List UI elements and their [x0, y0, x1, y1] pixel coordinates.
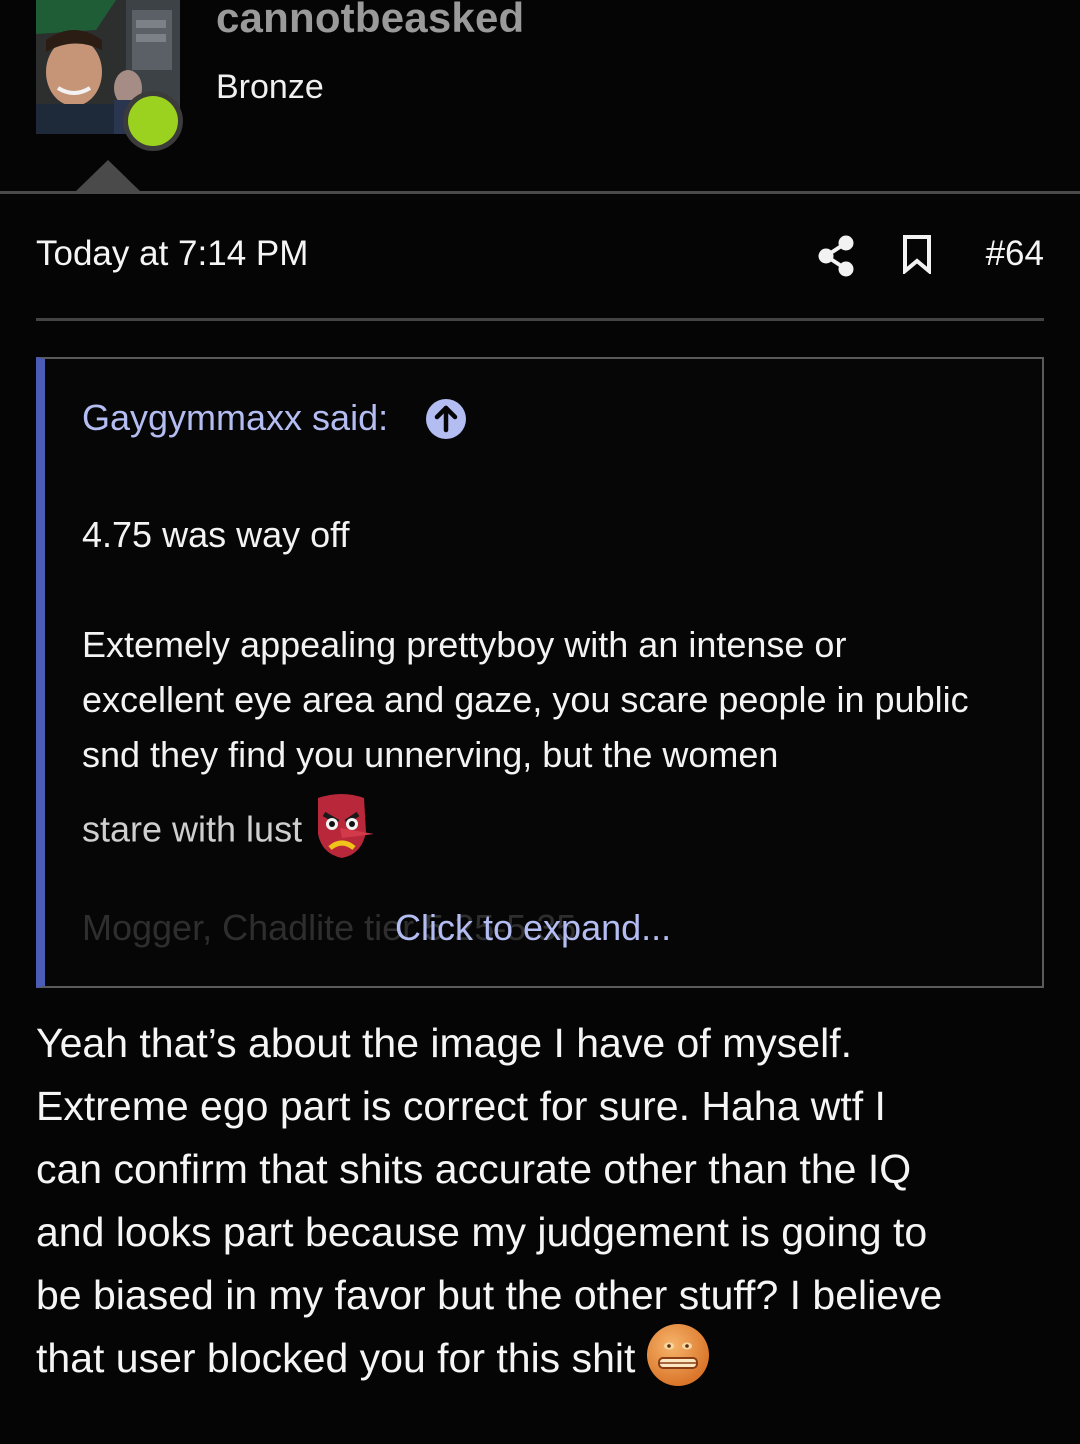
- user-header: cannotbeasked Bronze: [0, 0, 1080, 194]
- post-body: Yeah that’s about the image I have of my…: [36, 1012, 1046, 1394]
- bookmark-icon[interactable]: [902, 234, 932, 276]
- post-body-line: Yeah that’s about the image I have of my…: [36, 1020, 852, 1066]
- quote-author[interactable]: Gaygymmaxx said:: [82, 397, 388, 439]
- share-icon[interactable]: [816, 234, 856, 278]
- grimace-emoji: [645, 1322, 711, 1388]
- user-rank: Bronze: [216, 68, 324, 106]
- header-divider: [0, 191, 1080, 194]
- quote-paragraph: Extemely appealing prettyboy with an int…: [82, 624, 969, 775]
- click-to-expand-link[interactable]: Click to expand...: [395, 907, 671, 949]
- post-body-last-line: that user blocked you for this shit: [36, 1324, 1046, 1394]
- go-to-original-icon[interactable]: [426, 399, 466, 439]
- online-status-indicator: [128, 96, 178, 146]
- avatar-container[interactable]: [36, 0, 180, 146]
- post-body-line: be biased in my favor but the other stuf…: [36, 1272, 943, 1318]
- post-body-last-text: that user blocked you for this shit: [36, 1335, 636, 1381]
- quote-line: 4.75 was way off: [82, 514, 350, 555]
- post-body-line: Extreme ego part is correct for sure. Ha…: [36, 1083, 886, 1129]
- angry-mask-emoji: [312, 792, 375, 860]
- post-number-link[interactable]: #64: [986, 234, 1044, 274]
- quote-faded-line: stare with lust: [82, 794, 375, 866]
- post-body-line: and looks part because my judgement is g…: [36, 1209, 928, 1255]
- quote-block: Gaygymmaxx said: 4.75 was way off Exteme…: [36, 357, 1044, 988]
- post-meta: Today at 7:14 PM #64: [36, 228, 1044, 288]
- quote-faded-text: stare with lust: [82, 808, 303, 850]
- username[interactable]: cannotbeasked: [216, 0, 524, 42]
- message-pointer: [74, 160, 142, 193]
- post-date[interactable]: Today at 7:14 PM: [36, 234, 308, 274]
- post-body-line: can confirm that shits accurate other th…: [36, 1146, 912, 1192]
- meta-divider: [36, 318, 1044, 321]
